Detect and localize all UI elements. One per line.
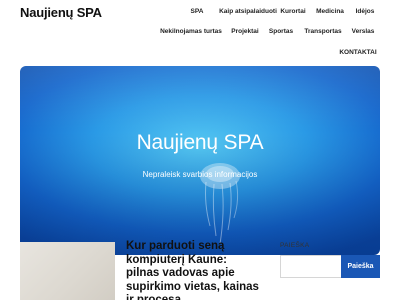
search-input[interactable] [280, 255, 341, 278]
hero-banner: Naujienų SPA Nepraleisk svarbios informa… [20, 66, 380, 255]
nav-item-projektai[interactable]: Projektai [231, 28, 258, 35]
nav-item-kurortai[interactable]: Kurortai [280, 8, 305, 15]
nav-item-kaip-atsipalaiduoti[interactable]: Kaip atsipalaiduoti [219, 8, 277, 15]
nav-item-transportas[interactable]: Transportas [304, 28, 341, 35]
site-title[interactable]: Naujienų SPA [20, 5, 102, 20]
nav-item-idejos[interactable]: Idėjos [356, 8, 375, 15]
hero-title: Naujienų SPA [136, 131, 264, 154]
search-button[interactable]: Paieška [341, 255, 380, 278]
nav-item-sportas[interactable]: Sportas [269, 28, 293, 35]
hero-subtitle: Nepraleisk svarbios informacijos [142, 170, 258, 179]
nav-item-spa[interactable]: SPA [191, 8, 204, 15]
nav-item-verslas[interactable]: Verslas [352, 28, 375, 35]
post-title[interactable]: Kur parduoti seną kompiuterį Kaune: piln… [126, 240, 261, 300]
jellyfish-image [200, 163, 240, 245]
nav-item-kontaktai[interactable]: KONTAKTAI [339, 49, 376, 56]
nav-item-nekilnojamas-turtas[interactable]: Nekilnojamas turtas [160, 28, 222, 35]
nav-item-medicina[interactable]: Medicina [316, 8, 344, 15]
post-thumbnail[interactable] [20, 242, 115, 300]
search-label: PAIEŠKA [280, 242, 310, 249]
